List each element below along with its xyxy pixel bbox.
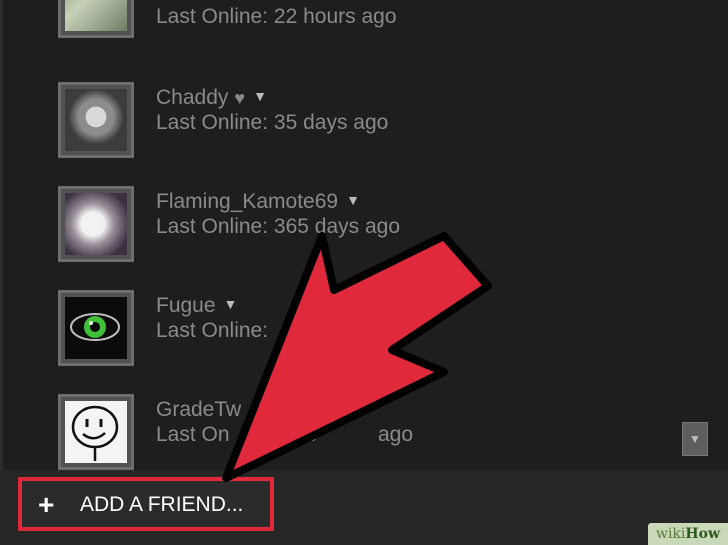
watermark-part2: How	[685, 526, 721, 542]
friends-panel: Last Online: 22 hours ago Chaddy ♥ ▼ Last …	[0, 0, 728, 545]
wikihow-watermark: wikiHow	[648, 523, 728, 545]
watermark-part1: wiki	[655, 526, 686, 542]
pointer-arrow-icon	[222, 232, 492, 482]
